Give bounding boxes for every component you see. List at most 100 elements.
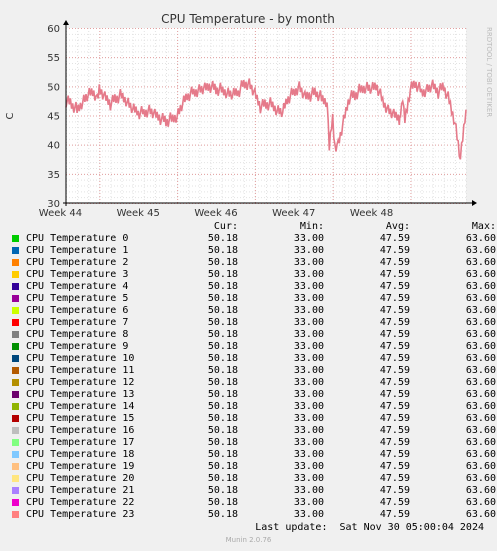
legend-cur: 50.18 [207, 281, 238, 292]
legend-swatch [12, 510, 19, 518]
legend-cur: 50.18 [207, 377, 238, 388]
legend-series-name: CPU Temperature 2 [26, 257, 129, 268]
legend-series-name: CPU Temperature 20 [26, 473, 135, 484]
legend-series-name: CPU Temperature 9 [26, 341, 129, 352]
legend-swatch [12, 246, 19, 254]
legend-min: 33.00 [293, 329, 324, 340]
legend-swatch [12, 450, 19, 458]
legend-avg: 47.59 [379, 365, 410, 376]
legend-cur: 50.18 [207, 365, 238, 376]
legend-row: CPU Temperature 22 50.18 33.00 47.59 63.60 [12, 497, 496, 509]
legend-avg: 47.59 [379, 353, 410, 364]
legend-cur: 50.18 [207, 353, 238, 364]
legend-min: 33.00 [293, 257, 324, 268]
legend-max: 63.60 [465, 437, 496, 448]
legend-swatch [12, 438, 19, 446]
legend-cur: 50.18 [207, 437, 238, 448]
legend-cur: 50.18 [207, 461, 238, 472]
legend-min: 33.00 [293, 245, 324, 256]
chart-title: CPU Temperature - by month [161, 12, 335, 26]
legend-swatch [12, 414, 19, 422]
legend-swatch [12, 366, 19, 374]
legend-max: 63.60 [465, 497, 496, 508]
legend-max: 63.60 [465, 245, 496, 256]
x-tick-label: Week 48 [350, 208, 393, 219]
legend-header: Cur: Min: Avg: Max: [12, 221, 496, 233]
legend-series-name: CPU Temperature 14 [26, 401, 135, 412]
legend-swatch [12, 270, 19, 278]
legend-cur: 50.18 [207, 269, 238, 280]
legend-series-name: CPU Temperature 15 [26, 413, 135, 424]
legend-cur: 50.18 [207, 305, 238, 316]
legend-cur: 50.18 [207, 473, 238, 484]
legend-cur: 50.18 [207, 401, 238, 412]
legend-series-name: CPU Temperature 19 [26, 461, 135, 472]
legend-row: CPU Temperature 23 50.18 33.00 47.59 63.60 [12, 509, 496, 521]
legend-cur: 50.18 [207, 497, 238, 508]
legend-cur: 50.18 [207, 425, 238, 436]
legend-max: 63.60 [465, 281, 496, 292]
legend-row: CPU Temperature 21 50.18 33.00 47.59 63.60 [12, 485, 496, 497]
legend-header-cur: Cur: [213, 221, 238, 232]
legend-avg: 47.59 [379, 293, 410, 304]
y-tick-label: 40 [47, 141, 60, 152]
y-axis-arrow [63, 20, 69, 25]
legend-cur: 50.18 [207, 389, 238, 400]
legend-cur: 50.18 [207, 233, 238, 244]
legend-row: CPU Temperature 18 50.18 33.00 47.59 63.60 [12, 449, 496, 461]
legend-row: CPU Temperature 10 50.18 33.00 47.59 63.60 [12, 353, 496, 365]
legend-swatch [12, 426, 19, 434]
legend-series-name: CPU Temperature 21 [26, 485, 135, 496]
legend-avg: 47.59 [379, 509, 410, 520]
last-update: Last update: Sat Nov 30 05:00:04 2024 [255, 522, 484, 533]
legend-row: CPU Temperature 7 50.18 33.00 47.59 63.60 [12, 317, 496, 329]
legend-min: 33.00 [293, 461, 324, 472]
y-axis-label: C [5, 112, 16, 119]
legend-series-name: CPU Temperature 23 [26, 509, 135, 520]
legend-swatch [12, 234, 19, 242]
legend-cur: 50.18 [207, 245, 238, 256]
legend-min: 33.00 [293, 497, 324, 508]
x-tick-label: Week 47 [272, 208, 315, 219]
legend-row: CPU Temperature 16 50.18 33.00 47.59 63.60 [12, 425, 496, 437]
x-tick-labels: Week 44 Week 45 Week 46 Week 47 Week 48 [39, 208, 393, 219]
legend-min: 33.00 [293, 437, 324, 448]
legend-cur: 50.18 [207, 509, 238, 520]
legend-row: CPU Temperature 1 50.18 33.00 47.59 63.60 [12, 245, 496, 257]
legend-swatch [12, 342, 19, 350]
legend-avg: 47.59 [379, 461, 410, 472]
legend-swatch [12, 330, 19, 338]
legend-min: 33.00 [293, 269, 324, 280]
legend-row: CPU Temperature 13 50.18 33.00 47.59 63.60 [12, 389, 496, 401]
x-axis-arrow [472, 200, 477, 206]
legend-cur: 50.18 [207, 341, 238, 352]
legend-avg: 47.59 [379, 317, 410, 328]
legend-series-name: CPU Temperature 17 [26, 437, 135, 448]
legend-swatch [12, 474, 19, 482]
legend-avg: 47.59 [379, 437, 410, 448]
legend-min: 33.00 [293, 413, 324, 424]
legend-max: 63.60 [465, 353, 496, 364]
legend-row: CPU Temperature 9 50.18 33.00 47.59 63.60 [12, 341, 496, 353]
legend-avg: 47.59 [379, 473, 410, 484]
legend-avg: 47.59 [379, 341, 410, 352]
legend-min: 33.00 [293, 353, 324, 364]
legend-avg: 47.59 [379, 401, 410, 412]
y-tick-label: 60 [47, 24, 60, 35]
legend-avg: 47.59 [379, 305, 410, 316]
legend-series-name: CPU Temperature 3 [26, 269, 129, 280]
legend-series-name: CPU Temperature 6 [26, 305, 129, 316]
legend-series-name: CPU Temperature 12 [26, 377, 135, 388]
legend-swatch [12, 354, 19, 362]
legend-row: CPU Temperature 19 50.18 33.00 47.59 63.60 [12, 461, 496, 473]
legend-max: 63.60 [465, 461, 496, 472]
legend-min: 33.00 [293, 509, 324, 520]
legend-min: 33.00 [293, 281, 324, 292]
legend-row: CPU Temperature 11 50.18 33.00 47.59 63.60 [12, 365, 496, 377]
legend-row: CPU Temperature 8 50.18 33.00 47.59 63.60 [12, 329, 496, 341]
y-tick-label: 35 [47, 170, 60, 181]
legend-cur: 50.18 [207, 317, 238, 328]
legend-row: CPU Temperature 12 50.18 33.00 47.59 63.60 [12, 377, 496, 389]
legend-max: 63.60 [465, 365, 496, 376]
legend-swatch [12, 258, 19, 266]
